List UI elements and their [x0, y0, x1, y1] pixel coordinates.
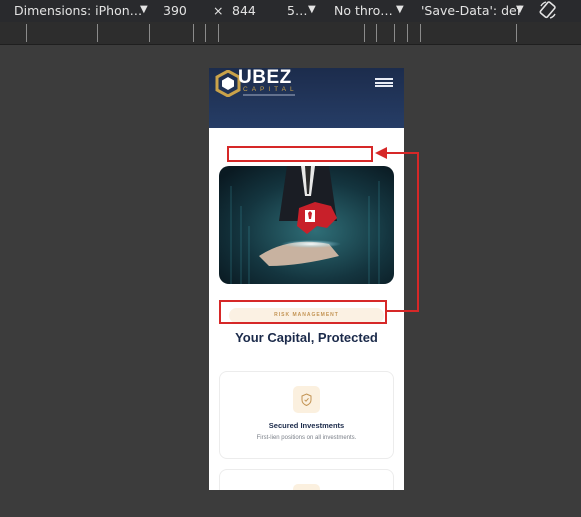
logo-tagline: [243, 94, 295, 96]
throttling-dropdown-icon[interactable]: ▼: [396, 4, 404, 15]
height-input[interactable]: 844: [232, 3, 256, 19]
annotation-box-top: [227, 146, 373, 162]
site-header: UBEZ CAPITAL: [209, 68, 404, 128]
media-query-ruler[interactable]: [0, 22, 581, 45]
phone-viewport: UBEZ CAPITAL RISK MANAGEMENT Your Capita…: [209, 68, 404, 490]
annotation-box-bottom: [219, 300, 387, 324]
logo-subtitle: CAPITAL: [243, 86, 298, 93]
feature-card-title: Secured Investments: [268, 421, 345, 430]
device-toolbar: Dimensions: iPhon… ▼ 390 × 844 5… ▼ No t…: [0, 0, 581, 22]
zoom-dropdown-icon[interactable]: ▼: [308, 4, 316, 15]
feature-icon: [293, 484, 320, 490]
width-input[interactable]: 390: [163, 3, 187, 19]
save-data-select[interactable]: 'Save-Data': def: [421, 3, 521, 19]
dimensions-select[interactable]: Dimensions: iPhon…: [14, 3, 142, 19]
section-headline: Your Capital, Protected: [235, 330, 378, 345]
throttling-select[interactable]: No thro…: [334, 3, 393, 19]
dimension-separator: ×: [213, 3, 224, 18]
save-data-dropdown-icon[interactable]: ▼: [516, 4, 524, 15]
feature-card: [219, 469, 394, 490]
shield-check-icon: [293, 386, 320, 413]
feature-card: Secured Investments First-lien positions…: [219, 371, 394, 459]
zoom-select[interactable]: 5…: [287, 3, 307, 19]
rotate-icon[interactable]: [538, 0, 558, 20]
feature-card-description: First-lien positions on all investments.: [256, 435, 357, 441]
menu-icon[interactable]: [375, 78, 393, 87]
hero-image: [219, 166, 394, 284]
dimensions-dropdown-icon[interactable]: ▼: [140, 4, 148, 15]
